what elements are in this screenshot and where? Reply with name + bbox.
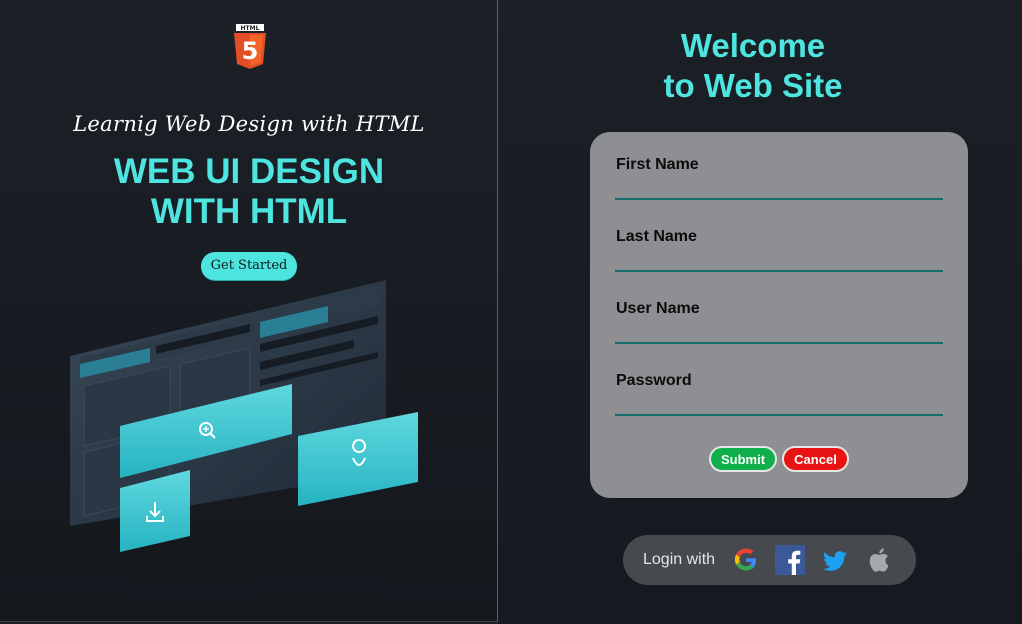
welcome-line1: Welcome [680, 27, 826, 64]
first-name-label: First Name [616, 156, 699, 173]
hero-title-line2: WITH HTML [150, 192, 348, 231]
password-field: Password [615, 372, 943, 418]
signup-form: First Name Last Name User Name Password … [590, 132, 968, 498]
hero-title: WEB UI DESIGN WITH HTML [0, 152, 498, 232]
welcome-line2: to Web Site [663, 67, 843, 104]
last-name-label: Last Name [616, 228, 697, 245]
first-name-field: First Name [615, 156, 943, 202]
web-design-illustration [70, 280, 418, 552]
welcome-heading: Welcome to Web Site [628, 26, 878, 106]
google-icon[interactable] [730, 544, 762, 576]
first-name-input[interactable] [615, 176, 943, 200]
password-label: Password [616, 372, 692, 389]
user-name-field: User Name [615, 300, 943, 346]
html5-logo-icon: HTML 5 [234, 24, 266, 69]
login-with-label: Login with [643, 551, 716, 568]
twitter-icon[interactable] [819, 544, 851, 576]
tagline: Learnig Web Design with HTML [73, 112, 425, 136]
password-input[interactable] [615, 392, 943, 416]
svg-text:5: 5 [242, 37, 259, 65]
signup-panel: Welcome to Web Site First Name Last Name… [498, 0, 1022, 624]
submit-button[interactable]: Submit [709, 446, 777, 472]
hero-title-line1: WEB UI DESIGN [113, 152, 385, 191]
last-name-input[interactable] [615, 248, 943, 272]
cancel-button[interactable]: Cancel [782, 446, 849, 472]
user-name-label: User Name [616, 300, 700, 317]
facebook-icon[interactable] [774, 544, 806, 576]
last-name-field: Last Name [615, 228, 943, 274]
page: HTML 5 Learnig Web Design with HTML WEB … [0, 0, 1022, 624]
user-name-input[interactable] [615, 320, 943, 344]
svg-text:HTML: HTML [241, 25, 260, 32]
hero-panel: HTML 5 Learnig Web Design with HTML WEB … [0, 0, 498, 622]
social-login-bar: Login with [623, 535, 916, 585]
apple-icon[interactable] [864, 544, 896, 576]
